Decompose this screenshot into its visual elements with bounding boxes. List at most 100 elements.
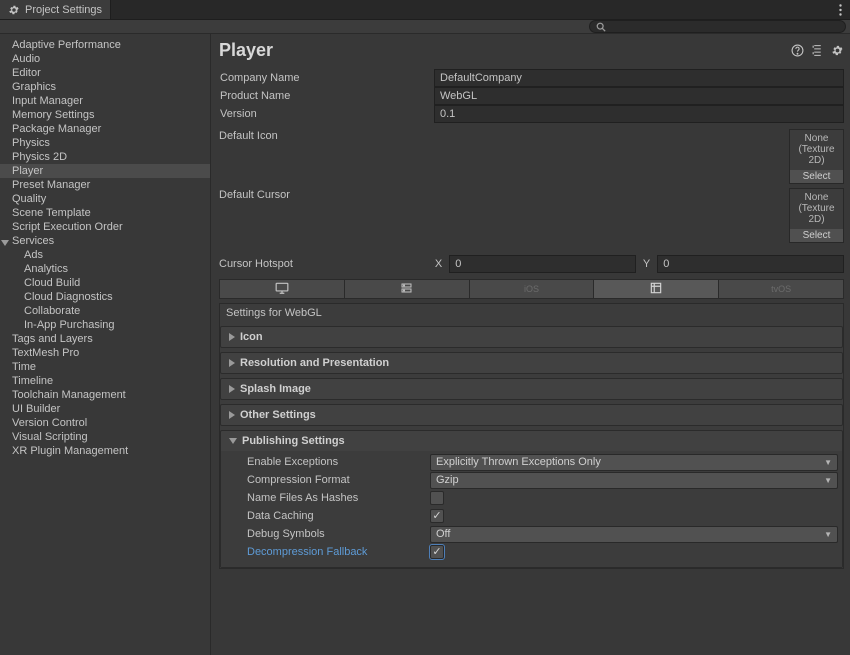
settings-for-label: Settings for WebGL [220,304,843,322]
data-caching-checkbox[interactable] [430,509,444,523]
settings-category-list: Adaptive Performance Audio Editor Graphi… [0,34,211,655]
chevron-down-icon: ▼ [824,530,832,539]
default-cursor-label: Default Cursor [219,188,434,243]
icon-foldout[interactable]: Icon [220,326,843,348]
sidebar-item-visual-scripting[interactable]: Visual Scripting [0,430,210,444]
sidebar-item-player[interactable]: Player [0,164,210,178]
y-label: Y [642,258,651,270]
data-caching-label: Data Caching [225,510,430,522]
sidebar-item-cloud-build[interactable]: Cloud Build [0,276,210,290]
webgl-icon [649,281,663,298]
sidebar-item-time[interactable]: Time [0,360,210,374]
panel-header: Player [219,40,844,61]
sidebar-item-timeline[interactable]: Timeline [0,374,210,388]
version-label: Version [219,108,434,120]
platform-settings-group: Settings for WebGL Icon Resolution and P… [219,303,844,569]
chevron-down-icon: ▼ [824,476,832,485]
default-icon-object-field[interactable]: None(Texture 2D) Select [789,129,844,184]
x-label: X [434,258,443,270]
chevron-down-icon: ▼ [824,458,832,467]
gear-icon [8,4,20,16]
sidebar-item-package-manager[interactable]: Package Manager [0,122,210,136]
product-name-input[interactable] [434,87,844,105]
splash-image-foldout[interactable]: Splash Image [220,378,843,400]
sidebar-item-scene-template[interactable]: Scene Template [0,206,210,220]
search-input[interactable] [610,21,839,33]
default-icon-label: Default Icon [219,129,434,184]
sidebar-item-quality[interactable]: Quality [0,192,210,206]
search-box[interactable] [589,20,846,33]
hotspot-y-input[interactable] [657,255,844,273]
platform-tab-ios[interactable]: iOS [470,279,595,299]
object-none-text: None(Texture 2D) [790,130,843,170]
titlebar: Project Settings [0,0,850,20]
window-title: Project Settings [25,4,102,16]
select-button[interactable]: Select [790,229,843,242]
sidebar-item-ads[interactable]: Ads [0,248,210,262]
server-icon [400,282,413,297]
enable-exceptions-label: Enable Exceptions [225,456,430,468]
publishing-foldout-header[interactable]: Publishing Settings [221,431,842,451]
sidebar-item-preset-manager[interactable]: Preset Manager [0,178,210,192]
sidebar-item-toolchain-management[interactable]: Toolchain Management [0,388,210,402]
select-button[interactable]: Select [790,170,843,183]
publishing-settings-foldout: Publishing Settings Enable Exceptions Ex… [220,430,843,568]
platform-tab-webgl[interactable] [594,279,719,299]
sidebar-item-version-control[interactable]: Version Control [0,416,210,430]
sidebar-item-physics[interactable]: Physics [0,136,210,150]
sidebar-item-graphics[interactable]: Graphics [0,80,210,94]
decompression-fallback-checkbox[interactable] [430,545,444,559]
sidebar-item-cloud-diagnostics[interactable]: Cloud Diagnostics [0,290,210,304]
help-icon[interactable] [790,44,804,58]
search-row [0,20,850,34]
foldout-arrow-icon [229,385,235,393]
debug-symbols-label: Debug Symbols [225,528,430,540]
window-tab[interactable]: Project Settings [0,0,111,19]
sidebar-item-adaptive-performance[interactable]: Adaptive Performance [0,38,210,52]
platform-tabs: iOS tvOS [219,279,844,299]
sidebar-item-input-manager[interactable]: Input Manager [0,94,210,108]
window-menu-button[interactable] [830,0,850,19]
sidebar-item-analytics[interactable]: Analytics [0,262,210,276]
name-files-as-hashes-label: Name Files As Hashes [225,492,430,504]
cursor-hotspot-label: Cursor Hotspot [219,258,434,270]
platform-tab-dedicated-server[interactable] [345,279,470,299]
foldout-arrow-icon [229,411,235,419]
decompression-fallback-label: Decompression Fallback [225,546,430,558]
version-input[interactable] [434,105,844,123]
name-files-as-hashes-checkbox[interactable] [430,491,444,505]
panel-title: Player [219,40,790,61]
platform-tab-tvos[interactable]: tvOS [719,279,844,299]
sidebar-item-script-execution-order[interactable]: Script Execution Order [0,220,210,234]
hotspot-x-input[interactable] [449,255,636,273]
settings-gear-icon[interactable] [830,44,844,58]
foldout-triangle-icon[interactable] [1,236,11,246]
sidebar-item-ui-builder[interactable]: UI Builder [0,402,210,416]
sidebar-item-audio[interactable]: Audio [0,52,210,66]
product-name-label: Product Name [219,90,434,102]
foldout-arrow-icon [229,438,237,444]
sidebar-item-tags-and-layers[interactable]: Tags and Layers [0,332,210,346]
object-none-text: None(Texture 2D) [790,189,843,229]
monitor-icon [275,282,289,297]
sidebar-item-textmesh-pro[interactable]: TextMesh Pro [0,346,210,360]
company-name-input[interactable] [434,69,844,87]
enable-exceptions-dropdown[interactable]: Explicitly Thrown Exceptions Only▼ [430,454,838,471]
compression-format-dropdown[interactable]: Gzip▼ [430,472,838,489]
sidebar-item-xr-plugin-management[interactable]: XR Plugin Management [0,444,210,458]
default-cursor-object-field[interactable]: None(Texture 2D) Select [789,188,844,243]
debug-symbols-dropdown[interactable]: Off▼ [430,526,838,543]
platform-tab-standalone[interactable] [219,279,345,299]
sidebar-item-physics-2d[interactable]: Physics 2D [0,150,210,164]
sidebar-item-in-app-purchasing[interactable]: In-App Purchasing [0,318,210,332]
preset-icon[interactable] [810,44,824,58]
sidebar-item-services[interactable]: Services [0,234,210,248]
sidebar-item-editor[interactable]: Editor [0,66,210,80]
sidebar-item-memory-settings[interactable]: Memory Settings [0,108,210,122]
other-settings-foldout[interactable]: Other Settings [220,404,843,426]
foldout-arrow-icon [229,333,235,341]
foldout-arrow-icon [229,359,235,367]
resolution-foldout[interactable]: Resolution and Presentation [220,352,843,374]
player-settings-panel: Player Company Name Product Name Version [211,34,850,655]
sidebar-item-collaborate[interactable]: Collaborate [0,304,210,318]
